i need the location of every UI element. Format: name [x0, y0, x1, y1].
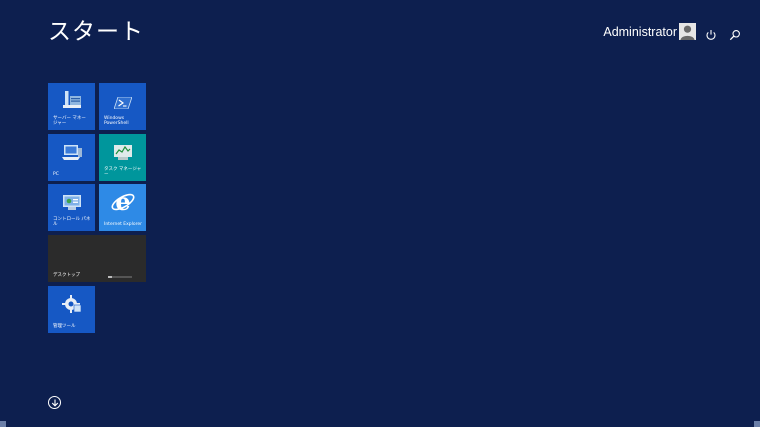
tile-label: Windows PowerShell	[104, 116, 129, 126]
tile-label: PC	[53, 172, 59, 177]
admin-tools-icon	[61, 294, 83, 318]
power-icon[interactable]	[705, 26, 717, 40]
top-bar: Administrator	[460, 0, 760, 64]
tile-admin-tools[interactable]: 管理ツール	[48, 286, 95, 333]
task-manager-icon	[112, 143, 134, 165]
tile-desktop[interactable]: デスクトップ	[48, 235, 146, 282]
user-name[interactable]: Administrator	[603, 24, 677, 40]
svg-text:e: e	[115, 190, 130, 214]
internet-explorer-icon: e	[110, 187, 136, 218]
tile-label: コントロール パネル	[53, 217, 91, 227]
tile-label: サーバー マネー ジャー	[53, 116, 86, 126]
control-panel-icon	[61, 193, 83, 215]
page-title: スタート	[48, 19, 144, 45]
search-icon[interactable]	[729, 26, 741, 41]
server-manager-icon	[61, 90, 83, 114]
tile-control-panel[interactable]: コントロール パネル	[48, 184, 95, 231]
tile-server-manager[interactable]: サーバー マネー ジャー	[48, 83, 95, 130]
apps-down-arrow-icon[interactable]	[48, 396, 61, 409]
computer-icon	[61, 143, 83, 165]
tile-task-manager[interactable]: タスク マネージャー	[99, 134, 146, 181]
desktop-taskbar-preview	[108, 276, 132, 278]
bottom-right-corner-handle[interactable]	[754, 421, 760, 427]
tile-internet-explorer[interactable]: e Internet Explorer	[99, 184, 146, 231]
tile-label: タスク マネージャー	[104, 167, 142, 177]
powershell-icon	[112, 94, 133, 113]
tile-label: Internet Explorer	[104, 222, 143, 227]
tile-pc[interactable]: PC	[48, 134, 95, 181]
tile-windows-powershell[interactable]: Windows PowerShell	[99, 83, 146, 130]
tile-label: 管理ツール	[53, 324, 76, 329]
bottom-left-corner-handle[interactable]	[0, 421, 6, 427]
user-avatar-icon[interactable]	[679, 23, 696, 40]
